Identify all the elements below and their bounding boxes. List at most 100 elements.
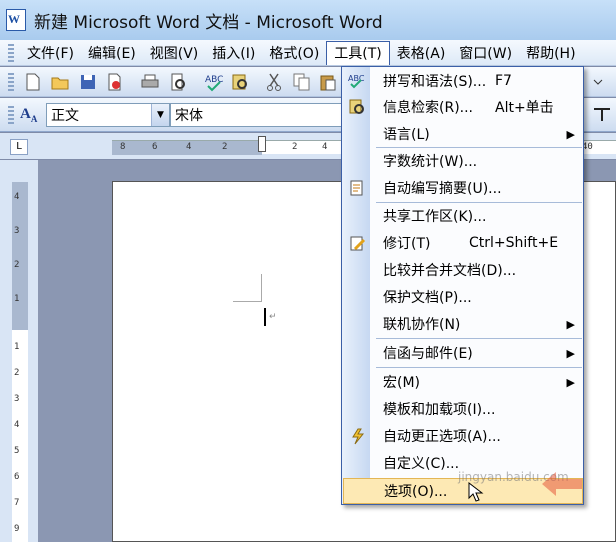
- ruler-tick: 5: [14, 446, 20, 456]
- autosummarize-icon: [350, 180, 363, 196]
- menu-item-label: 信息检索(R)...: [383, 100, 474, 116]
- menu-bar: 文件(F) 编辑(E) 视图(V) 插入(I) 格式(O) 工具(T) 表格(A…: [0, 40, 616, 66]
- menu-item-label: 自定义(C)...: [383, 456, 460, 472]
- menu-item-autosummarize[interactable]: 自动编写摘要(U)...: [343, 175, 583, 201]
- save-icon[interactable]: [78, 72, 98, 92]
- ruler-margin-top: [12, 182, 28, 330]
- menu-separator: [376, 367, 582, 368]
- spelling-icon: ABC: [348, 74, 365, 89]
- menu-item-label: 修订(T): [383, 236, 431, 252]
- cut-icon[interactable]: [264, 72, 284, 92]
- tab-selector-glyph: L: [16, 141, 22, 152]
- new-document-icon[interactable]: [22, 72, 42, 92]
- ruler-tick: 3: [14, 394, 20, 404]
- menu-item-research[interactable]: 信息检索(R)... Alt+单击: [343, 94, 583, 120]
- menu-item-shortcut: Ctrl+Shift+E: [469, 235, 559, 251]
- menu-item-label: 联机协作(N): [383, 317, 461, 333]
- style-combo[interactable]: 正文 ▼: [46, 103, 170, 127]
- style-value: 正文: [51, 108, 79, 124]
- copy-icon[interactable]: [292, 72, 312, 92]
- menu-item-online-collaboration[interactable]: 联机协作(N) ▶: [343, 311, 583, 337]
- ruler-tick: 6: [152, 142, 158, 152]
- menu-item-label: 共享工作区(K)...: [383, 209, 487, 225]
- font-value: 宋体: [175, 108, 203, 124]
- menu-item-macro[interactable]: 宏(M) ▶: [343, 369, 583, 395]
- menu-item-spelling[interactable]: ABC 拼写和语法(S)... F7: [343, 68, 583, 94]
- chevron-down-icon[interactable]: ▼: [151, 104, 169, 126]
- permission-icon[interactable]: [104, 72, 124, 92]
- menu-item-label: 语言(L): [383, 127, 430, 143]
- autocorrect-icon: [352, 428, 365, 445]
- paste-icon[interactable]: [318, 72, 338, 92]
- menu-item-track-changes[interactable]: 修订(T) Ctrl+Shift+E: [343, 230, 583, 256]
- open-folder-icon[interactable]: [50, 72, 70, 92]
- menu-item-shortcut: Alt+单击: [495, 100, 554, 116]
- research-icon: [349, 99, 364, 114]
- vertical-ruler-bar: 4 3 2 1 1 2 3 4 5 6 7 9: [0, 160, 38, 542]
- menu-window[interactable]: 窗口(W): [452, 41, 519, 65]
- menu-item-shortcut: F7: [495, 73, 512, 89]
- menu-item-word-count[interactable]: 字数统计(W)...: [343, 148, 583, 174]
- menu-separator: [376, 338, 582, 339]
- submenu-arrow-icon: ▶: [566, 127, 575, 141]
- submenu-arrow-icon: ▶: [566, 346, 575, 360]
- track-changes-icon: [350, 236, 366, 251]
- menu-item-label: 字数统计(W)...: [383, 154, 478, 170]
- research-icon[interactable]: [230, 72, 250, 92]
- ruler-tick: 7: [14, 498, 20, 508]
- margin-crop-mark: [233, 301, 261, 302]
- ruler-tick: 9: [14, 524, 20, 534]
- menu-help[interactable]: 帮助(H): [519, 41, 582, 65]
- ruler-tick: 2: [222, 142, 228, 152]
- menu-item-templates-addins[interactable]: 模板和加载项(I)...: [343, 396, 583, 422]
- menu-view[interactable]: 视图(V): [143, 41, 206, 65]
- ruler-tick: 2: [14, 368, 20, 378]
- menu-item-compare-merge[interactable]: 比较并合并文档(D)...: [343, 257, 583, 283]
- ruler-tick: 4: [322, 142, 328, 152]
- ruler-tick: 4: [186, 142, 192, 152]
- ruler-tick: 4: [14, 192, 20, 202]
- menu-bar-grip[interactable]: [8, 43, 14, 62]
- menu-item-label: 拼写和语法(S)...: [383, 74, 487, 90]
- menu-item-letters-mailings[interactable]: 信函与邮件(E) ▶: [343, 340, 583, 366]
- menu-edit[interactable]: 编辑(E): [81, 41, 143, 65]
- spelling-grammar-icon[interactable]: ABC: [204, 72, 224, 92]
- menu-item-language[interactable]: 语言(L) ▶: [343, 121, 583, 147]
- menu-insert[interactable]: 插入(I): [205, 41, 262, 65]
- menu-item-shared-workspace[interactable]: 共享工作区(K)...: [343, 203, 583, 229]
- menu-table[interactable]: 表格(A): [390, 41, 453, 65]
- toolbar-grip[interactable]: [8, 106, 14, 124]
- watermark-arrow-icon: [542, 472, 582, 496]
- tools-menu: ABC 拼写和语法(S)... F7 信息检索(R)... Alt+单击 语言(…: [341, 66, 584, 505]
- print-preview-icon[interactable]: [168, 72, 188, 92]
- word-app-icon[interactable]: W: [6, 9, 26, 31]
- ruler-tick: 1: [14, 342, 20, 352]
- window-title: 新建 Microsoft Word 文档 - Microsoft Word: [34, 12, 383, 33]
- menu-item-label: 选项(O)...: [384, 484, 448, 500]
- svg-text:ABC: ABC: [348, 74, 365, 83]
- menu-item-protect-document[interactable]: 保护文档(P)...: [343, 284, 583, 310]
- print-icon[interactable]: [140, 72, 160, 92]
- menu-format[interactable]: 格式(O): [262, 41, 326, 65]
- title-bar: W 新建 Microsoft Word 文档 - Microsoft Word: [0, 0, 616, 40]
- styles-icon[interactable]: AA: [20, 106, 37, 124]
- menu-tools[interactable]: 工具(T): [326, 40, 390, 65]
- ruler-tick: 2: [14, 260, 20, 270]
- ruler-tick: 1: [14, 294, 20, 304]
- menu-item-label: 宏(M): [383, 375, 421, 391]
- menu-item-autocorrect-options[interactable]: 自动更正选项(A)...: [343, 423, 583, 449]
- font-combo[interactable]: 宋体: [170, 103, 342, 127]
- toolbar-grip[interactable]: [8, 73, 14, 91]
- ruler-tick: 8: [120, 142, 126, 152]
- vertical-ruler[interactable]: 4 3 2 1 1 2 3 4 5 6 7 9: [12, 182, 28, 542]
- text-direction-icon[interactable]: [592, 105, 612, 125]
- ruler-tick: 6: [14, 472, 20, 482]
- toolbar-options-chevron-icon[interactable]: [588, 72, 608, 92]
- menu-file[interactable]: 文件(F): [20, 41, 81, 65]
- first-line-indent-marker[interactable]: [258, 136, 266, 152]
- svg-text:ABC: ABC: [205, 75, 223, 85]
- submenu-arrow-icon: ▶: [566, 375, 575, 389]
- tab-selector[interactable]: L: [10, 139, 28, 155]
- menu-item-label: 保护文档(P)...: [383, 290, 472, 306]
- ruler-tick: 4: [14, 420, 20, 430]
